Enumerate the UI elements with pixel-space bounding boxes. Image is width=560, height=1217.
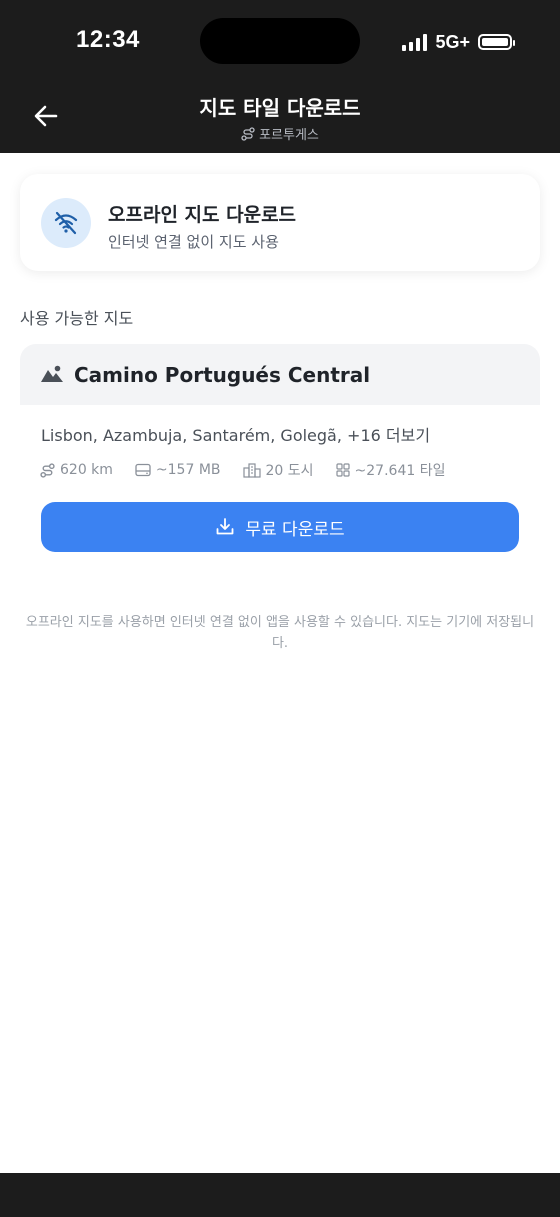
- show-more-link[interactable]: +16 더보기: [347, 426, 430, 445]
- download-button-label: 무료 다운로드: [245, 519, 345, 540]
- map-places: Lisbon, Azambuja, Santarém, Golegã, +16 …: [41, 422, 430, 446]
- map-title: Camino Portugués Central: [74, 363, 371, 387]
- stat-size: ~157 MB: [135, 460, 221, 480]
- battery-icon: [478, 34, 515, 50]
- network-type: 5G+: [435, 31, 470, 52]
- status-indicators: 5G+: [402, 30, 515, 54]
- subtitle-text: 포르투게스: [259, 128, 319, 143]
- route-icon: [40, 462, 55, 478]
- bottom-bar: [0, 1173, 560, 1217]
- stat-distance: 620 km: [40, 460, 113, 480]
- page-title: 지도 타일 다운로드: [199, 96, 361, 120]
- offline-map-card: 오프라인 지도 다운로드 인터넷 연결 없이 지도 사용: [20, 174, 540, 271]
- offline-card-description: 인터넷 연결 없이 지도 사용: [108, 233, 279, 251]
- map-card-header: Camino Portugués Central: [20, 344, 540, 405]
- stat-distance-value: 620 km: [60, 462, 113, 478]
- stat-cities-value: 20 도시: [265, 463, 314, 479]
- grid-icon: [335, 463, 350, 477]
- city-icon: [242, 462, 261, 478]
- available-maps-heading: 사용 가능한 지도: [20, 309, 134, 328]
- cellular-signal-icon: [402, 33, 428, 51]
- stat-tiles: ~27.641 타일: [335, 460, 446, 480]
- stat-cities: 20 도시: [242, 460, 314, 480]
- stat-size-value: ~157 MB: [155, 462, 221, 478]
- dynamic-island: [200, 18, 360, 64]
- page-subtitle: 포르투게스: [0, 124, 560, 143]
- mountain-icon: [41, 365, 63, 382]
- offline-info-text: 오프라인 지도를 사용하면 인터넷 연결 없이 앱을 사용할 수 있습니다. 지…: [25, 615, 535, 651]
- free-download-button[interactable]: 무료 다운로드: [41, 502, 519, 552]
- stat-tiles-value: ~27.641 타일: [354, 463, 446, 479]
- route-icon: [241, 126, 255, 141]
- status-time: 12:34: [76, 26, 140, 53]
- storage-icon: [135, 463, 151, 477]
- map-card: Camino Portugués Central Lisbon, Azambuj…: [20, 344, 540, 574]
- offline-card-title: 오프라인 지도 다운로드: [108, 204, 297, 226]
- map-stats: 620 km ~157 MB 20 도시 ~27.641 타일: [40, 460, 445, 480]
- map-places-list: Lisbon, Azambuja, Santarém, Golegã,: [41, 426, 348, 445]
- download-icon: [216, 518, 234, 535]
- wifi-off-icon: [54, 211, 78, 235]
- wifi-off-icon-badge: [41, 198, 91, 248]
- status-bar: 12:34 5G+: [0, 0, 560, 84]
- app-header: 지도 타일 다운로드 포르투게스: [0, 84, 560, 153]
